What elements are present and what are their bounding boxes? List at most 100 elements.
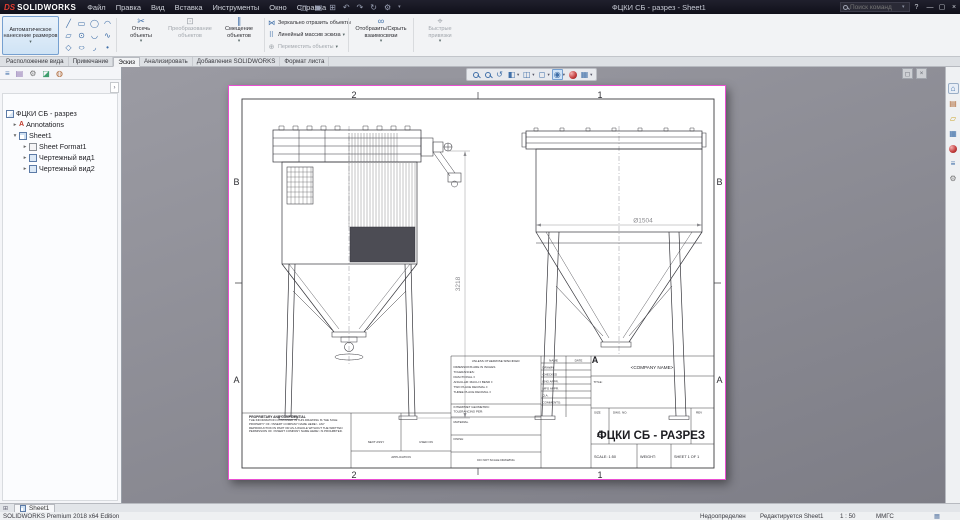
menu-edit[interactable]: Правка: [111, 3, 146, 12]
save-icon[interactable]: ⊞: [329, 3, 336, 12]
viewport-button-icon[interactable]: ◻: [902, 68, 913, 79]
status-units[interactable]: ММГС: [876, 512, 894, 520]
feature-tree-tab-icon[interactable]: ≡: [5, 69, 10, 78]
dimxpert-tab-icon[interactable]: ◪: [42, 69, 50, 78]
rebuild-icon[interactable]: ↻: [370, 3, 377, 12]
edit-appearance-icon[interactable]: [567, 69, 578, 80]
linear-pattern-caret-icon[interactable]: ▾: [343, 33, 345, 38]
tab-sketch[interactable]: Эскиз: [113, 57, 140, 67]
three-point-arc-tool-icon[interactable]: ◡: [88, 29, 101, 41]
forum-gear-icon[interactable]: ⚙: [948, 173, 959, 184]
orientation-caret-icon[interactable]: ▾: [532, 72, 534, 78]
tab-annotation[interactable]: Примечание: [69, 56, 114, 66]
display-style-icon[interactable]: ◻: [537, 69, 548, 80]
perimeter-circle-tool-icon[interactable]: ⊙: [75, 29, 88, 41]
auto-dimension-caret-icon[interactable]: ▾: [29, 40, 31, 45]
tab-view-layout[interactable]: Расположение вида: [2, 56, 69, 66]
section-caret-icon[interactable]: ▾: [517, 72, 519, 78]
expand-arrow-icon[interactable]: ▸: [21, 155, 29, 161]
display-relations-button[interactable]: ∞ Отобразить/Скрыть взаимосвязи ▾: [352, 16, 410, 44]
tab-addins[interactable]: Добавления SOLIDWORKS: [193, 56, 281, 66]
search-caret-icon[interactable]: ▾: [902, 4, 905, 10]
arc-tool-icon[interactable]: ◠: [101, 17, 114, 29]
previous-view-icon[interactable]: ↺: [494, 69, 505, 80]
maximize-icon[interactable]: ▢: [936, 0, 948, 14]
spline-tool-icon[interactable]: ∿: [101, 29, 114, 41]
zoom-to-fit-icon[interactable]: [470, 69, 481, 80]
command-search[interactable]: ▾: [840, 2, 910, 12]
hide-show-caret-icon[interactable]: ▾: [563, 72, 565, 78]
collapse-arrow-icon[interactable]: ▾: [11, 133, 19, 139]
close-sketch-icon[interactable]: ×: [916, 68, 927, 79]
scene-caret-icon[interactable]: ▾: [590, 72, 592, 78]
status-grid-icon[interactable]: ▦: [934, 512, 940, 520]
tree-item-sheet-format[interactable]: ▸ Sheet Format1: [3, 141, 117, 152]
new-document-icon[interactable]: ▢: [300, 3, 308, 12]
tree-item-sheet1[interactable]: ▾ Sheet1: [3, 130, 117, 141]
hide-show-items-icon[interactable]: ◉: [552, 69, 563, 80]
open-document-icon[interactable]: ▣: [315, 3, 323, 12]
section-label-text[interactable]: А: [592, 355, 599, 365]
offset-entities-button[interactable]: ∥ Смещение объектов ▾: [217, 16, 261, 44]
expand-arrow-icon[interactable]: ▸: [11, 122, 19, 128]
menu-tools[interactable]: Инструменты: [208, 3, 265, 12]
title-block[interactable]: UNLESS OTHERWISE SPECIFIED: DIMENSIONS A…: [242, 356, 714, 468]
configuration-manager-tab-icon[interactable]: ⚙: [29, 69, 36, 78]
menu-insert[interactable]: Вставка: [170, 3, 208, 12]
graphics-area[interactable]: ↺ ◧▾ ◫▾ ◻▾ ◉▾ ▦▾ ◻ × 2 1 2: [122, 67, 945, 503]
section-view-icon[interactable]: ◧: [506, 69, 517, 80]
minimize-icon[interactable]: —: [924, 0, 936, 14]
menu-view[interactable]: Вид: [146, 3, 170, 12]
expand-arrow-icon[interactable]: ▸: [21, 144, 29, 150]
quick-access-caret-icon[interactable]: ▾: [398, 4, 401, 10]
tb-tol1: DIMENSIONS ARE IN INCHES: [454, 365, 496, 369]
menu-window[interactable]: Окно: [264, 3, 291, 12]
relations-caret-icon[interactable]: ▾: [380, 39, 382, 44]
menu-file[interactable]: Файл: [82, 3, 110, 12]
parallelogram-tool-icon[interactable]: ▱: [62, 29, 75, 41]
close-icon[interactable]: ×: [948, 0, 960, 14]
display-style-caret-icon[interactable]: ▾: [548, 72, 550, 78]
tree-item-view1[interactable]: ▸ Чертежный вид1: [3, 152, 117, 163]
view-palette-icon[interactable]: ▦: [948, 128, 959, 139]
sheet-nav-icon[interactable]: ⊞: [3, 505, 8, 512]
panel-flyout-button[interactable]: ›: [110, 82, 119, 93]
auto-dimension-button[interactable]: Автоматическое нанесение размеров ▾: [2, 16, 59, 55]
expand-arrow-icon[interactable]: ▸: [21, 166, 29, 172]
circle-tool-icon[interactable]: ◯: [88, 17, 101, 29]
undo-icon[interactable]: ↶: [343, 3, 350, 12]
search-input[interactable]: [850, 4, 900, 11]
point-tool-icon[interactable]: •: [101, 41, 114, 53]
view-orientation-icon[interactable]: ◫: [521, 69, 532, 80]
property-manager-tab-icon[interactable]: ▤: [16, 69, 24, 78]
drawing-view-front[interactable]: 3218: [273, 126, 470, 420]
tab-evaluate[interactable]: Анализировать: [140, 56, 193, 66]
tree-item-root[interactable]: ФЦКИ СБ - разрез: [3, 108, 117, 119]
mirror-entities-button[interactable]: ⋈ Зеркально отразить объекты: [267, 17, 345, 29]
status-scale[interactable]: 1 : 50: [840, 512, 855, 520]
offset-caret-icon[interactable]: ▾: [238, 39, 240, 44]
tree-item-view2[interactable]: ▸ Чертежный вид2: [3, 163, 117, 174]
trim-entities-button[interactable]: ✂ Отсечь объекты ▾: [119, 16, 163, 44]
resources-home-icon[interactable]: ⌂: [948, 83, 959, 94]
apply-scene-icon[interactable]: ▦: [579, 69, 590, 80]
linear-sketch-pattern-button[interactable]: ⠿ Линейный массив эскиза ▾: [267, 29, 345, 41]
custom-properties-icon[interactable]: ≡: [948, 158, 959, 169]
options-gear-icon[interactable]: ⚙: [384, 3, 391, 12]
tb-interpret1: INTERPRET GEOMETRIC: [454, 405, 491, 409]
display-manager-tab-icon[interactable]: ◍: [56, 69, 63, 78]
drawing-sheet[interactable]: 2 1 2 1 B A B A: [228, 85, 726, 480]
appearances-ball-icon[interactable]: [948, 143, 959, 154]
file-explorer-folder-icon[interactable]: ▱: [948, 113, 959, 124]
design-library-icon[interactable]: ▤: [948, 98, 959, 109]
redo-icon[interactable]: ↷: [357, 3, 364, 12]
help-button[interactable]: ?: [911, 0, 922, 14]
rectangle-tool-icon[interactable]: ▭: [75, 17, 88, 29]
zoom-to-area-icon[interactable]: [482, 69, 493, 80]
trim-caret-icon[interactable]: ▾: [140, 39, 142, 44]
tree-item-annotations[interactable]: ▸ A Annotations: [3, 119, 117, 130]
line-tool-icon[interactable]: ╱: [62, 17, 75, 29]
snaps-label1: Быстрые: [428, 26, 451, 33]
tab-sheet-format[interactable]: Формат листа: [280, 56, 329, 66]
ellipse-tool-icon[interactable]: ○: [72, 41, 92, 53]
